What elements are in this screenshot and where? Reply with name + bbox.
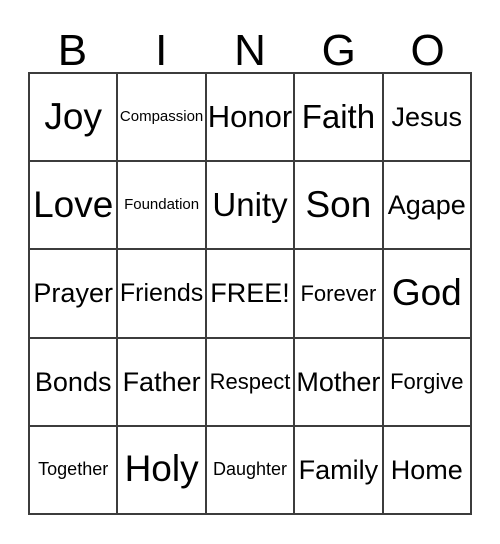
bingo-cell-label: Father xyxy=(122,366,201,397)
header-letter-text: N xyxy=(234,26,266,76)
bingo-header-letter-o: O xyxy=(383,22,472,76)
bingo-cell-label: Honor xyxy=(207,98,293,134)
bingo-cell[interactable]: Bonds xyxy=(30,338,119,427)
bingo-cell[interactable]: Foundation xyxy=(118,162,207,251)
header-letter-text: I xyxy=(155,26,168,76)
bingo-cell[interactable]: God xyxy=(383,250,472,339)
bingo-cell-label: Foundation xyxy=(124,196,200,214)
bingo-cell[interactable]: Friends xyxy=(118,250,207,339)
bingo-cell[interactable]: Forgive xyxy=(383,338,472,427)
bingo-cell[interactable]: Respect xyxy=(206,338,296,427)
bingo-free-space-label: FREE! xyxy=(210,278,290,309)
bingo-cell[interactable]: Unity xyxy=(206,162,296,251)
bingo-cell[interactable]: Joy xyxy=(30,74,119,163)
bingo-cell[interactable]: Holy xyxy=(118,426,207,515)
bingo-cell-label: Faith xyxy=(301,97,376,135)
bingo-cell-label: Unity xyxy=(212,185,288,223)
header-letter-text: G xyxy=(321,26,356,76)
bingo-cell[interactable]: Forever xyxy=(295,250,384,339)
bingo-header-row: B I N G O xyxy=(28,22,472,76)
bingo-header-letter-b: B xyxy=(28,22,117,76)
bingo-cell[interactable]: Jesus xyxy=(383,74,472,163)
bingo-cell-label: Son xyxy=(305,183,372,225)
bingo-cell[interactable]: Family xyxy=(295,426,384,515)
bingo-cell-label: Friends xyxy=(119,279,204,308)
bingo-grid: Joy Compassion Honor Faith Jesus Love Fo… xyxy=(28,72,472,515)
bingo-cell[interactable]: Prayer xyxy=(30,250,119,339)
bingo-cell-label: God xyxy=(391,272,462,314)
bingo-header-letter-n: N xyxy=(206,22,295,76)
bingo-header-letter-g: G xyxy=(294,22,383,76)
bingo-cell-label: Jesus xyxy=(391,101,463,132)
bingo-cell-label: Compassion xyxy=(119,108,204,126)
bingo-cell[interactable]: Son xyxy=(295,162,384,251)
bingo-cell-label: Home xyxy=(390,454,463,485)
header-letter-text: O xyxy=(410,26,445,76)
bingo-cell-label: Forgive xyxy=(390,369,464,395)
bingo-cell[interactable]: Mother xyxy=(295,338,384,427)
bingo-cell[interactable]: Father xyxy=(118,338,207,427)
bingo-cell-label: Forever xyxy=(300,280,377,306)
bingo-card: B I N G O Joy Compassion Honor Faith Jes… xyxy=(0,0,500,544)
bingo-cell-label: Agape xyxy=(387,190,466,221)
bingo-cell-label: Joy xyxy=(44,95,102,137)
bingo-cell-label: Mother xyxy=(296,366,381,397)
bingo-header-letter-i: I xyxy=(117,22,206,76)
bingo-cell-label: Daughter xyxy=(212,459,288,480)
bingo-cell[interactable]: Home xyxy=(383,426,472,515)
bingo-cell[interactable]: Honor xyxy=(206,74,296,163)
bingo-cell[interactable]: Agape xyxy=(383,162,472,251)
bingo-cell[interactable]: Together xyxy=(30,426,119,515)
bingo-cell-label: Respect xyxy=(209,369,291,395)
header-letter-text: B xyxy=(57,26,88,76)
bingo-cell-label: Together xyxy=(38,459,109,480)
bingo-cell-label: Holy xyxy=(124,448,199,490)
bingo-cell[interactable]: Love xyxy=(30,162,119,251)
bingo-cell[interactable]: Compassion xyxy=(118,74,207,163)
bingo-cell-label: Love xyxy=(33,183,114,225)
bingo-cell-label: Prayer xyxy=(33,278,113,309)
bingo-cell-label: Family xyxy=(298,454,379,485)
bingo-cell-free-space[interactable]: FREE! xyxy=(206,250,296,339)
bingo-cell[interactable]: Faith xyxy=(295,74,384,163)
bingo-cell-label: Bonds xyxy=(34,366,112,397)
bingo-cell[interactable]: Daughter xyxy=(206,426,296,515)
